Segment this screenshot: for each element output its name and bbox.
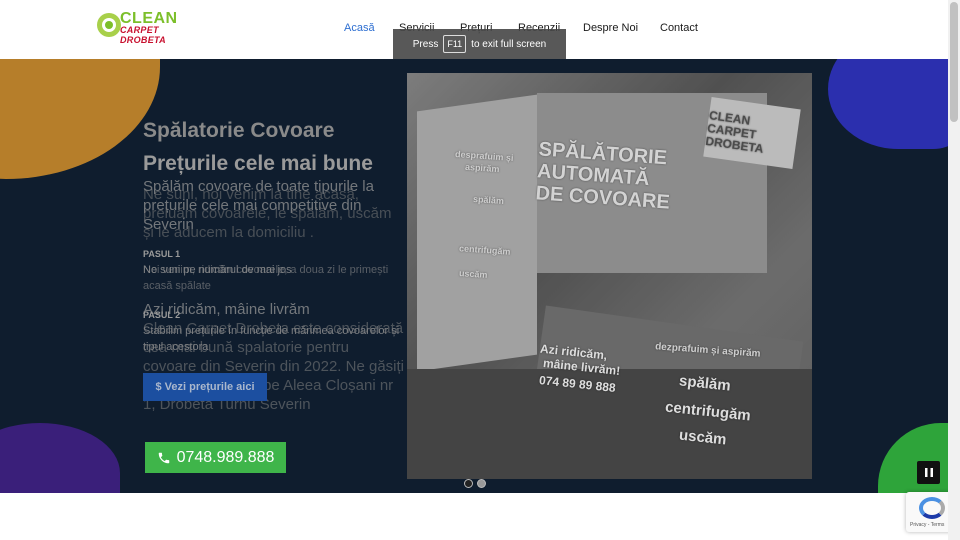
slider-dot-active[interactable] [477,479,486,488]
fullscreen-exit-tooltip: Press F11 to exit full screen [393,29,566,59]
nav-item-acasa[interactable]: Acasă [344,22,375,34]
photo-overlay [407,73,812,479]
hero-subtitle: Prețurile cele mai bune [143,152,373,175]
recaptcha-icon [919,497,945,519]
tooltip-press: Press [412,38,439,50]
page-scrollbar[interactable] [948,0,960,540]
slider-dots [464,479,486,488]
tooltip-rest: to exit full screen [471,38,547,50]
recaptcha-text[interactable]: Privacy - Terms [910,522,944,528]
decorative-blob [828,59,948,149]
view-prices-button[interactable]: $ Vezi prețurile aici [143,373,267,401]
decorative-blob [0,59,160,179]
nav-item-despre-noi[interactable]: Despre Noi [583,22,638,34]
hero-section: Spălatorie Covoare Prețurile cele mai bu… [0,59,948,493]
tooltip-key: F11 [443,35,467,53]
phone-number: 0748.989.888 [176,448,275,466]
step-mid-text: Azi ridicăm, mâine livrăm [143,301,310,318]
phone-button[interactable]: 0748.989.888 [145,442,286,473]
hero-slider-image[interactable]: CLEAN CARPET DROBETA SPĂLĂTORIE AUTOMATĂ… [407,73,812,479]
decorative-blob [0,423,120,493]
scrollbar-thumb[interactable] [950,2,958,122]
slider-dot[interactable] [464,479,473,488]
step-1-label: PASUL 1 [143,249,181,259]
step-1-text-overlap: Noi venim, ridicăm covoarele, a doua zi … [143,264,389,292]
phone-icon [158,452,169,463]
nav-item-contact[interactable]: Contact [660,22,698,34]
hero-description-overlap: Ne suni, noi venim la tine acasă, preluă… [143,186,392,241]
slider-pause-button[interactable] [917,461,940,484]
hero-title: Spălatorie Covoare [143,119,335,142]
pause-icon [924,468,933,477]
